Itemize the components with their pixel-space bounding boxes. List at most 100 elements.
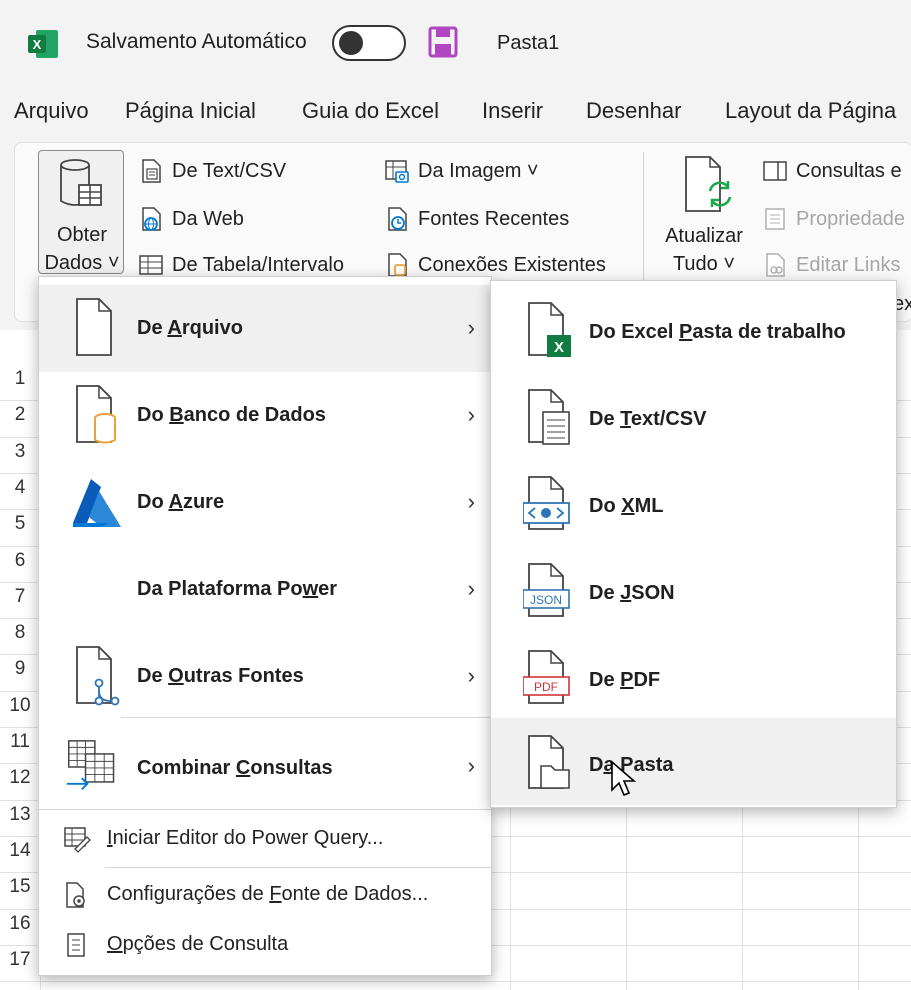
row-header[interactable]: 11: [0, 731, 40, 753]
svg-text:X: X: [33, 37, 42, 52]
image-icon: [385, 160, 409, 183]
chevron-right-icon: ›: [467, 489, 475, 514]
menu-item-configuracoes-fonte-dados[interactable]: Configurações de Fonte de Dados...: [39, 869, 491, 921]
grid-row-line: [0, 981, 911, 983]
web-icon: [142, 207, 161, 231]
row-header[interactable]: 8: [0, 622, 40, 644]
obter-dados-button[interactable]: Obter Dados ˅: [38, 150, 124, 274]
consultas-label: Consultas e: [796, 159, 902, 182]
menu-item-do-banco-de-dados[interactable]: Do Banco de Dados ›: [39, 372, 491, 459]
tab-guia-do-excel[interactable]: Guia do Excel: [302, 98, 439, 124]
row-header[interactable]: 7: [0, 586, 40, 608]
row-header[interactable]: 14: [0, 840, 40, 862]
row-header[interactable]: 15: [0, 876, 40, 898]
submenu-item-json[interactable]: JSON De JSON: [491, 548, 896, 635]
submenu-item-excel-workbook[interactable]: X Do Excel Pasta de trabalho: [491, 287, 896, 374]
obter-label-line1: Obter: [56, 224, 108, 246]
da-imagem-button[interactable]: Da Imagem ˅: [384, 158, 539, 184]
consultas-button[interactable]: Consultas e: [762, 158, 902, 184]
tab-pagina-inicial[interactable]: Página Inicial: [125, 98, 256, 124]
propriedades-button[interactable]: Propriedade: [762, 206, 905, 232]
json-icon: JSON: [523, 563, 570, 617]
fontes-recentes-button[interactable]: Fontes Recentes: [384, 206, 569, 232]
svg-text:JSON: JSON: [530, 593, 562, 607]
query-options-icon: [67, 933, 85, 957]
menu-separator: [105, 867, 491, 868]
editar-links-label: Editar Links: [796, 253, 901, 276]
tab-desenhar[interactable]: Desenhar: [586, 98, 681, 124]
row-header[interactable]: 5: [0, 513, 40, 535]
xml-icon: [523, 476, 570, 530]
chevron-right-icon: ›: [467, 753, 475, 778]
conexoes-existentes-label: Conexões Existentes: [418, 253, 606, 276]
autosave-toggle[interactable]: [332, 25, 406, 61]
submenu-label: De Text/CSV: [589, 408, 707, 430]
submenu-label: Do XML: [589, 495, 664, 517]
submenu-item-xml[interactable]: Do XML: [491, 461, 896, 548]
menu-label: De Outras Fontes: [137, 665, 304, 687]
menu-label: Configurações de Fonte de Dados...: [107, 883, 429, 905]
atualizar-label-line1: Atualizar: [665, 225, 743, 247]
row-header[interactable]: 6: [0, 550, 40, 572]
da-web-button[interactable]: Da Web: [138, 206, 244, 232]
menu-item-de-arquivo[interactable]: De Arquivo ›: [39, 285, 491, 372]
menu-label: Da Plataforma Power: [137, 578, 338, 600]
menu-label: Combinar Consultas: [137, 757, 333, 779]
menu-separator: [39, 809, 491, 810]
submenu-item-da-pasta[interactable]: Da Pasta: [491, 718, 896, 805]
chevron-right-icon: ›: [467, 663, 475, 688]
text-csv-icon: [528, 389, 570, 445]
properties-icon: [765, 208, 785, 230]
row-header[interactable]: 16: [0, 913, 40, 935]
chevron-right-icon: ›: [467, 315, 475, 340]
obter-label-line2: Dados ˅: [44, 252, 120, 274]
chevron-right-icon: ›: [467, 576, 475, 601]
row-header[interactable]: 2: [0, 404, 40, 426]
submenu-item-text-csv[interactable]: De Text/CSV: [491, 374, 896, 461]
menu-item-da-plataforma-power[interactable]: Da Plataforma Power ›: [39, 546, 491, 633]
get-data-icon: [60, 159, 102, 206]
azure-icon: [73, 479, 121, 527]
svg-text:X: X: [554, 339, 564, 356]
menu-label: Do Azure: [137, 491, 225, 513]
menu-item-iniciar-editor-power-query[interactable]: Iniciar Editor do Power Query...: [39, 813, 491, 865]
title-bar: X Salvamento Automático Pasta1: [0, 0, 911, 88]
mouse-cursor-icon: [611, 760, 637, 797]
conexoes-existentes-button[interactable]: Conexões Existentes: [384, 252, 606, 278]
atualizar-tudo-button[interactable]: Atualizar Tudo ˅: [656, 222, 752, 278]
row-header[interactable]: 4: [0, 477, 40, 499]
atualizar-label-line2: Tudo ˅: [672, 253, 736, 275]
menu-label: Opções de Consulta: [107, 933, 289, 955]
save-icon[interactable]: [428, 26, 458, 58]
row-header[interactable]: 3: [0, 441, 40, 463]
pdf-icon: PDF: [523, 650, 570, 704]
row-header[interactable]: 12: [0, 767, 40, 789]
submenu-item-pdf[interactable]: PDF De PDF: [491, 635, 896, 722]
de-tabela-intervalo-button[interactable]: De Tabela/Intervalo: [138, 252, 344, 278]
row-header[interactable]: 1: [0, 368, 40, 390]
database-file-icon: [76, 385, 116, 444]
menu-item-do-azure[interactable]: Do Azure ›: [39, 459, 491, 546]
menu-item-combinar-consultas[interactable]: Combinar Consultas ›: [39, 723, 491, 810]
editar-links-button[interactable]: Editar Links: [762, 252, 901, 278]
submenu-label: De PDF: [589, 669, 661, 691]
menu-label: De Arquivo: [137, 317, 243, 339]
row-header[interactable]: 10: [0, 695, 40, 717]
menu-item-opcoes-de-consulta[interactable]: Opções de Consulta: [39, 921, 491, 973]
propriedades-label: Propriedade: [796, 207, 905, 230]
tab-inserir[interactable]: Inserir: [482, 98, 543, 124]
de-text-csv-button[interactable]: De Text/CSV: [138, 158, 286, 184]
existing-connections-icon: [388, 253, 407, 277]
menu-item-de-outras-fontes[interactable]: De Outras Fontes ›: [39, 633, 491, 720]
submenu-label: De JSON: [589, 582, 675, 604]
row-header[interactable]: 17: [0, 949, 40, 971]
tab-layout-da-pagina[interactable]: Layout da Página: [725, 98, 896, 124]
tab-arquivo[interactable]: Arquivo: [14, 98, 89, 124]
row-header[interactable]: 9: [0, 658, 40, 680]
other-sources-icon: [76, 646, 120, 706]
text-file-icon: [142, 159, 161, 183]
da-web-label: Da Web: [172, 207, 244, 230]
ribbon-separator: [643, 152, 644, 282]
submenu-label: Do Excel Pasta de trabalho: [589, 321, 846, 343]
row-header[interactable]: 13: [0, 804, 40, 826]
